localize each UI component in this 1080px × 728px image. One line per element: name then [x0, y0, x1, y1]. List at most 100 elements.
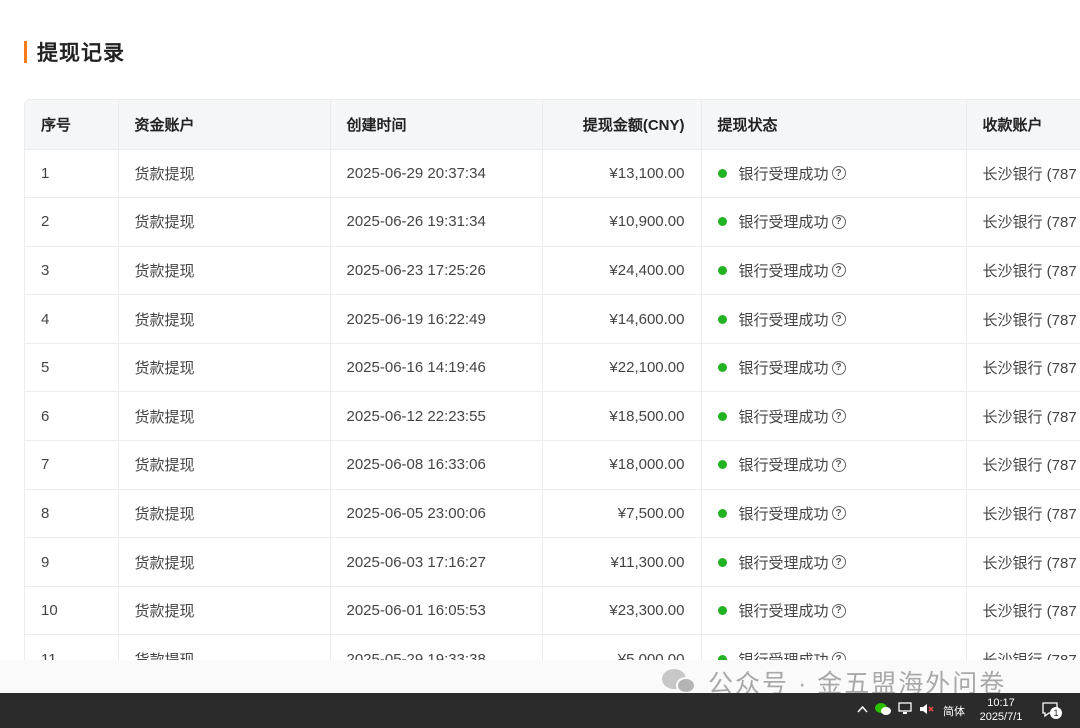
cell-payee: 长沙银行 (787 [966, 537, 1080, 587]
clock-date: 2025/7/1 [979, 711, 1023, 723]
cell-account: 货款提现 [118, 391, 331, 442]
cell-payee: 长沙银行 (787 [966, 343, 1080, 393]
table-header-row: 序号 资金账户 创建时间 提现金额(CNY) 提现状态 收款账户 [25, 100, 1080, 150]
cell-index: 3 [25, 246, 119, 296]
cell-payee: 长沙银行 (787 [966, 197, 1080, 247]
status-text: 银行受理成功 [738, 165, 829, 183]
notification-count: 1 [1050, 707, 1062, 719]
volume-muted-icon[interactable] [919, 702, 935, 719]
status-text: 银行受理成功 [738, 554, 829, 572]
cell-payee: 长沙银行 (787 [966, 391, 1080, 442]
cell-amount: ¥7,500.00 [542, 489, 702, 539]
table-row[interactable]: 4 货款提现 2025-06-19 16:22:49 ¥14,600.00 银行受理成功… [25, 294, 1080, 344]
help-icon[interactable]: ? [831, 603, 846, 618]
cell-payee: 长沙银行 (787 [966, 440, 1080, 490]
cell-index: 9 [25, 537, 119, 587]
status-badge: 银行受理成功? [717, 211, 846, 232]
cell-status: 银行受理成功? [701, 197, 967, 247]
cell-created: 2025-06-12 22:23:55 [330, 391, 543, 442]
title-accent-bar [24, 41, 27, 63]
cell-index: 11 [25, 634, 119, 660]
status-dot-icon [717, 363, 727, 373]
cell-account: 货款提现 [118, 246, 331, 296]
cell-index: 4 [25, 294, 119, 344]
help-icon[interactable]: ? [831, 263, 846, 278]
status-dot-icon [717, 265, 727, 275]
status-badge: 银行受理成功? [717, 357, 846, 378]
help-icon[interactable]: ? [831, 409, 846, 424]
cell-created: 2025-06-05 23:00:06 [330, 489, 543, 539]
table-row[interactable]: 11货款提现2025-05-29 19:33:38¥5,000.00 银行受理成功… [25, 634, 1080, 660]
status-badge: 银行受理成功? [717, 454, 846, 475]
status-badge: 银行受理成功? [717, 600, 846, 621]
cell-payee: 长沙银行 (787 [966, 634, 1080, 660]
cell-created: 2025-06-03 17:16:27 [330, 537, 543, 587]
cell-index: 10 [25, 586, 119, 636]
status-dot-icon [717, 411, 727, 421]
help-icon[interactable]: ? [831, 166, 846, 181]
notification-icon[interactable]: 1 [1041, 701, 1062, 719]
help-icon[interactable]: ? [831, 312, 846, 327]
cell-status: 银行受理成功? [701, 489, 967, 539]
status-text: 银行受理成功 [738, 408, 829, 426]
column-header-payee[interactable]: 收款账户 [966, 100, 1080, 150]
table-row[interactable]: 2 货款提现 2025-06-26 19:31:34 ¥10,900.00 银行受理成功… [25, 197, 1080, 247]
cell-index: 7 [25, 440, 119, 490]
status-badge: 银行受理成功? [717, 260, 846, 281]
clock-time: 10:17 [987, 697, 1015, 709]
status-text: 银行受理成功 [738, 457, 829, 475]
table-row[interactable]: 5 货款提现 2025-06-16 14:19:46 ¥22,100.00 银行受理成功… [25, 343, 1080, 393]
table-row[interactable]: 9 货款提现 2025-06-03 17:16:27 ¥11,300.00 银行受理成功… [25, 537, 1080, 587]
cell-amount: ¥5,000.00 [542, 634, 702, 660]
cell-status: 银行受理成功? [701, 634, 967, 660]
help-icon[interactable]: ? [831, 457, 846, 472]
page: 提现记录 序号 资金账户 创建时间 提现金额(CNY) 提现状态 收款账户 1货… [0, 0, 1080, 728]
help-icon[interactable]: ? [831, 360, 846, 375]
cell-created: 2025-06-01 16:05:53 [330, 586, 543, 636]
column-header-created[interactable]: 创建时间 [330, 100, 543, 150]
cell-status: 银行受理成功? [701, 537, 967, 587]
cell-created: 2025-05-29 19:33:38 [330, 634, 543, 660]
cell-status: 银行受理成功? [701, 246, 967, 296]
help-icon[interactable]: ? [831, 652, 846, 660]
status-dot-icon [717, 508, 727, 518]
cell-created: 2025-06-08 16:33:06 [330, 440, 543, 490]
status-dot-icon [717, 217, 727, 227]
status-badge: 银行受理成功? [717, 649, 846, 660]
cell-created: 2025-06-26 19:31:34 [330, 197, 543, 247]
table-row[interactable]: 10 货款提现 2025-06-01 16:05:53 ¥23,300.00 银行受理成… [25, 586, 1080, 636]
withdrawal-table: 序号 资金账户 创建时间 提现金额(CNY) 提现状态 收款账户 1 货款提现 20… [24, 99, 1080, 660]
column-header-amount[interactable]: 提现金额(CNY) [542, 100, 702, 150]
cell-account: 货款提现 [118, 634, 331, 660]
table-row[interactable]: 8 货款提现 2025-06-05 23:00:06 ¥7,500.00 银行受理成功?… [25, 489, 1080, 539]
taskbar: 简体 10:17 2025/7/1 1 [0, 693, 1080, 728]
cell-payee: 长沙银行 (787 [966, 246, 1080, 296]
column-header-account[interactable]: 资金账户 [118, 100, 331, 150]
network-icon[interactable] [898, 702, 914, 719]
cell-index: 8 [25, 489, 119, 539]
cell-index: 5 [25, 343, 119, 393]
table-row[interactable]: 3 货款提现 2025-06-23 17:25:26 ¥24,400.00 银行受理成功… [25, 246, 1080, 296]
chevron-up-icon[interactable] [857, 703, 868, 717]
help-icon[interactable]: ? [831, 555, 846, 570]
cell-index: 6 [25, 391, 119, 442]
ime-indicator[interactable]: 简体 [943, 703, 965, 719]
help-icon[interactable]: ? [831, 214, 846, 229]
wechat-icon[interactable] [875, 702, 891, 719]
status-text: 银行受理成功 [738, 505, 829, 523]
table-body: 1 货款提现 2025-06-29 20:37:34 ¥13,100.00 银行受理成功… [25, 149, 1080, 660]
system-clock[interactable]: 10:17 2025/7/1 [968, 696, 1034, 724]
table-row[interactable]: 1 货款提现 2025-06-29 20:37:34 ¥13,100.00 银行受理成功… [25, 149, 1080, 199]
help-icon[interactable]: ? [831, 506, 846, 521]
status-text: 银行受理成功 [739, 649, 829, 660]
table-row[interactable]: 6 货款提现 2025-06-12 22:23:55 ¥18,500.00 银行受理成功… [25, 391, 1080, 442]
cell-index: 2 [25, 197, 119, 247]
status-badge: 银行受理成功? [717, 552, 846, 573]
status-badge: 银行受理成功? [717, 503, 846, 524]
column-header-status[interactable]: 提现状态 [701, 100, 967, 150]
cell-account: 货款提现 [118, 440, 331, 490]
cell-account: 货款提现 [118, 197, 331, 247]
cell-status: 银行受理成功? [701, 343, 967, 393]
table-row[interactable]: 7 货款提现 2025-06-08 16:33:06 ¥18,000.00 银行受理成功… [25, 440, 1080, 490]
column-header-index[interactable]: 序号 [25, 100, 119, 150]
